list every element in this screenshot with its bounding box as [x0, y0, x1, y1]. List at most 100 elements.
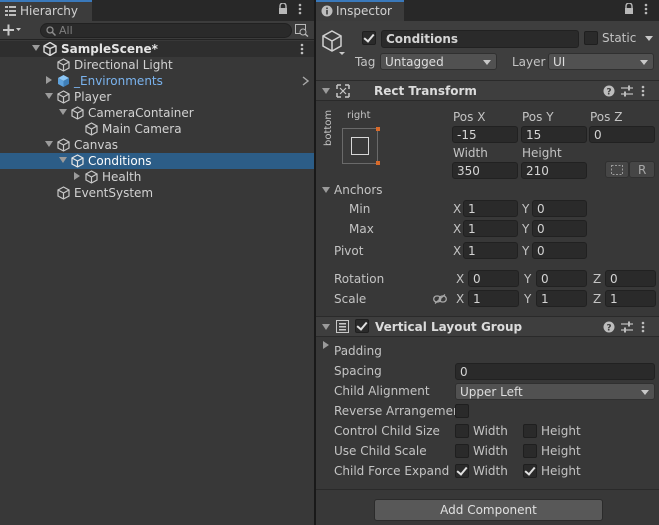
height-field[interactable]: 210 — [521, 162, 587, 179]
active-checkbox[interactable] — [362, 31, 376, 45]
width-field[interactable]: 350 — [452, 162, 518, 179]
reverse-arrangement-checkbox[interactable] — [455, 404, 469, 418]
foldout-arrow-icon[interactable] — [322, 88, 330, 94]
hierarchy-item-main-camera[interactable]: Main Camera — [0, 121, 314, 137]
hierarchy-item-eventsystem[interactable]: EventSystem — [0, 185, 314, 201]
use-scale-height-checkbox[interactable] — [523, 444, 537, 458]
pivot-x-field[interactable]: 1 — [463, 242, 518, 259]
rect-transform-title: Rect Transform — [374, 84, 477, 98]
blueprint-mode-button[interactable] — [605, 161, 629, 178]
scale-z-field[interactable]: 1 — [605, 290, 656, 307]
expand-arrow-icon[interactable] — [59, 109, 67, 115]
expand-arrow-icon[interactable] — [59, 157, 67, 163]
y-label: Y — [522, 222, 530, 236]
hierarchy-search-input[interactable]: All — [40, 23, 292, 38]
x-label: X — [456, 292, 465, 306]
hierarchy-item-cameracontainer[interactable]: CameraContainer — [0, 105, 314, 121]
hierarchy-item-label: Player — [74, 90, 112, 104]
rotation-y-field[interactable]: 0 — [536, 270, 587, 287]
scene-menu-icon[interactable] — [300, 43, 304, 55]
inspector-panel: Inspector Conditions Static Tag Untagged… — [316, 0, 659, 525]
anchor-min-y-field[interactable]: 0 — [532, 200, 587, 217]
spacing-field[interactable]: 0 — [455, 363, 655, 380]
expand-arrow-icon[interactable] — [45, 141, 53, 147]
hierarchy-toolbar: All — [0, 21, 314, 40]
pos-x-field[interactable]: -15 — [452, 126, 518, 143]
hierarchy-item-canvas[interactable]: Canvas — [0, 137, 314, 153]
pos-y-field[interactable]: 15 — [521, 126, 587, 143]
tab-hierarchy[interactable]: Hierarchy — [0, 0, 92, 21]
scale-y-field[interactable]: 1 — [536, 290, 587, 307]
static-dropdown-caret-icon[interactable] — [645, 36, 653, 42]
vertical-layout-group-header[interactable]: Vertical Layout Group ? — [316, 316, 659, 337]
gameobject-icon-dropdown[interactable] — [322, 30, 346, 56]
force-expand-width-checkbox[interactable] — [455, 464, 469, 478]
control-size-height-checkbox[interactable] — [523, 424, 537, 438]
pos-z-field[interactable]: 0 — [589, 126, 655, 143]
padding-foldout-arrow-icon[interactable] — [323, 341, 329, 349]
rotation-y-value: 0 — [541, 272, 549, 286]
hierarchy-item-label: Health — [102, 170, 142, 184]
anchors-foldout-arrow-icon[interactable] — [322, 187, 330, 193]
layer-value: UI — [553, 55, 566, 69]
expand-arrow-icon[interactable] — [74, 172, 80, 180]
anchor-max-label: Max — [349, 222, 374, 236]
hierarchy-scene-row[interactable]: SampleScene* — [0, 41, 314, 57]
child-alignment-dropdown[interactable]: Upper Left — [455, 383, 655, 400]
preset-sliders-icon[interactable] — [621, 85, 633, 97]
vlg-enabled-checkbox[interactable] — [355, 319, 369, 333]
padding-label: Padding — [334, 344, 382, 358]
anchor-max-x-field[interactable]: 1 — [463, 220, 518, 237]
anchor-max-x-value: 1 — [468, 222, 476, 236]
hierarchy-item-conditions[interactable]: Conditions — [0, 153, 314, 169]
child-alignment-label: Child Alignment — [334, 384, 430, 398]
hierarchy-item-environments[interactable]: _Environments — [0, 73, 314, 89]
chevron-right-icon[interactable] — [302, 76, 309, 86]
anchor-min-y-value: 0 — [537, 202, 545, 216]
preset-sliders-icon[interactable] — [621, 321, 633, 333]
kebab-menu-icon[interactable] — [298, 3, 302, 15]
anchor-min-x-field[interactable]: 1 — [463, 200, 518, 217]
rect-transform-body: right bottom Pos X Pos Y Pos Z -15 15 0 … — [316, 102, 659, 316]
scale-x-field[interactable]: 1 — [468, 290, 519, 307]
object-name-field[interactable]: Conditions — [381, 30, 579, 48]
add-component-button[interactable]: Add Component — [374, 499, 603, 521]
rotation-z-field[interactable]: 0 — [605, 270, 656, 287]
tab-inspector[interactable]: Inspector — [316, 0, 404, 21]
lock-icon[interactable] — [624, 3, 634, 15]
expand-arrow-icon[interactable] — [32, 45, 40, 51]
scale-y-value: 1 — [541, 292, 549, 306]
foldout-arrow-icon[interactable] — [322, 324, 330, 330]
force-expand-height-checkbox[interactable] — [523, 464, 537, 478]
help-icon[interactable]: ? — [603, 85, 615, 97]
anchor-rect-icon — [351, 137, 369, 155]
expand-arrow-icon[interactable] — [46, 76, 52, 84]
rotation-x-field[interactable]: 0 — [468, 270, 519, 287]
lock-icon[interactable] — [278, 3, 288, 15]
raw-edit-button[interactable]: R — [629, 161, 655, 178]
kebab-menu-icon[interactable] — [644, 3, 648, 15]
raw-edit-label: R — [638, 163, 647, 177]
pivot-y-field[interactable]: 0 — [532, 242, 587, 259]
spacing-value: 0 — [460, 365, 468, 379]
component-menu-icon[interactable] — [641, 85, 645, 97]
scene-filter-icon[interactable] — [295, 24, 309, 37]
control-size-height-label: Height — [541, 424, 581, 438]
add-plus-dropdown-icon[interactable] — [3, 23, 21, 37]
anchor-max-y-field[interactable]: 0 — [532, 220, 587, 237]
inspector-tabstrip: Inspector — [316, 0, 659, 21]
hierarchy-item-directional-light[interactable]: Directional Light — [0, 57, 314, 73]
hierarchy-item-health[interactable]: Health — [0, 169, 314, 185]
tag-dropdown[interactable]: Untagged — [380, 53, 497, 70]
control-size-width-checkbox[interactable] — [455, 424, 469, 438]
layer-dropdown[interactable]: UI — [548, 53, 654, 70]
static-checkbox[interactable] — [584, 31, 598, 45]
component-menu-icon[interactable] — [641, 321, 645, 333]
constrain-proportions-link-icon[interactable] — [433, 294, 447, 304]
help-icon[interactable]: ? — [603, 321, 615, 333]
use-scale-width-checkbox[interactable] — [455, 444, 469, 458]
anchor-presets-button[interactable] — [342, 127, 380, 165]
expand-arrow-icon[interactable] — [45, 93, 53, 99]
rect-transform-header[interactable]: Rect Transform ? — [316, 80, 659, 101]
hierarchy-item-player[interactable]: Player — [0, 89, 314, 105]
